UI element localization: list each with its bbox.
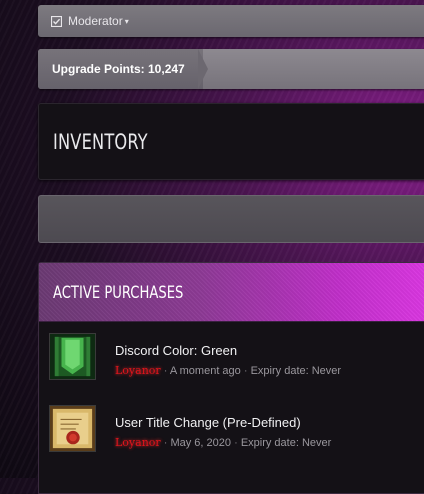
active-purchases-header: ACTIVE PURCHASES bbox=[39, 263, 424, 322]
item-time: A moment ago bbox=[169, 365, 241, 377]
active-purchases-block: ACTIVE PURCHASES Discord Color: Green Lo… bbox=[38, 262, 424, 494]
item-time: May 6, 2020 bbox=[170, 437, 232, 449]
item-title[interactable]: Discord Color: Green bbox=[115, 343, 237, 358]
breadcrumb-arrow bbox=[198, 49, 208, 89]
moderator-menu[interactable]: Moderator ▾ bbox=[51, 14, 129, 28]
upgrade-points-label: Upgrade Points: 10,247 bbox=[52, 62, 185, 76]
top-nav-panel: Moderator ▾ bbox=[38, 5, 424, 37]
list-item[interactable]: Discord Color: Green Loyanor · A moment … bbox=[49, 333, 424, 393]
username-link[interactable]: Loyanor bbox=[115, 364, 161, 377]
username-link[interactable]: Loyanor bbox=[115, 436, 161, 449]
item-meta: Loyanor · A moment ago · Expiry date: Ne… bbox=[115, 364, 342, 377]
empty-toolbar bbox=[38, 195, 424, 243]
page-title: INVENTORY bbox=[53, 130, 148, 154]
green-banner-icon bbox=[49, 333, 96, 380]
item-title[interactable]: User Title Change (Pre-Defined) bbox=[115, 415, 301, 430]
scroll-seal-icon bbox=[49, 405, 96, 452]
item-meta: Loyanor · May 6, 2020 · Expiry date: Nev… bbox=[115, 436, 332, 449]
moderator-label: Moderator bbox=[68, 14, 123, 28]
upgrade-points-bar: Upgrade Points: 10,247 bbox=[38, 49, 424, 89]
inventory-header: INVENTORY bbox=[38, 103, 424, 180]
item-expiry: Expiry date: Never bbox=[240, 437, 332, 449]
chevron-down-icon: ▾ bbox=[124, 16, 129, 26]
checkbox-icon bbox=[51, 15, 62, 27]
list-item[interactable]: User Title Change (Pre-Defined) Loyanor … bbox=[49, 405, 424, 465]
item-expiry: Expiry date: Never bbox=[250, 365, 342, 377]
section-title: ACTIVE PURCHASES bbox=[53, 283, 184, 303]
